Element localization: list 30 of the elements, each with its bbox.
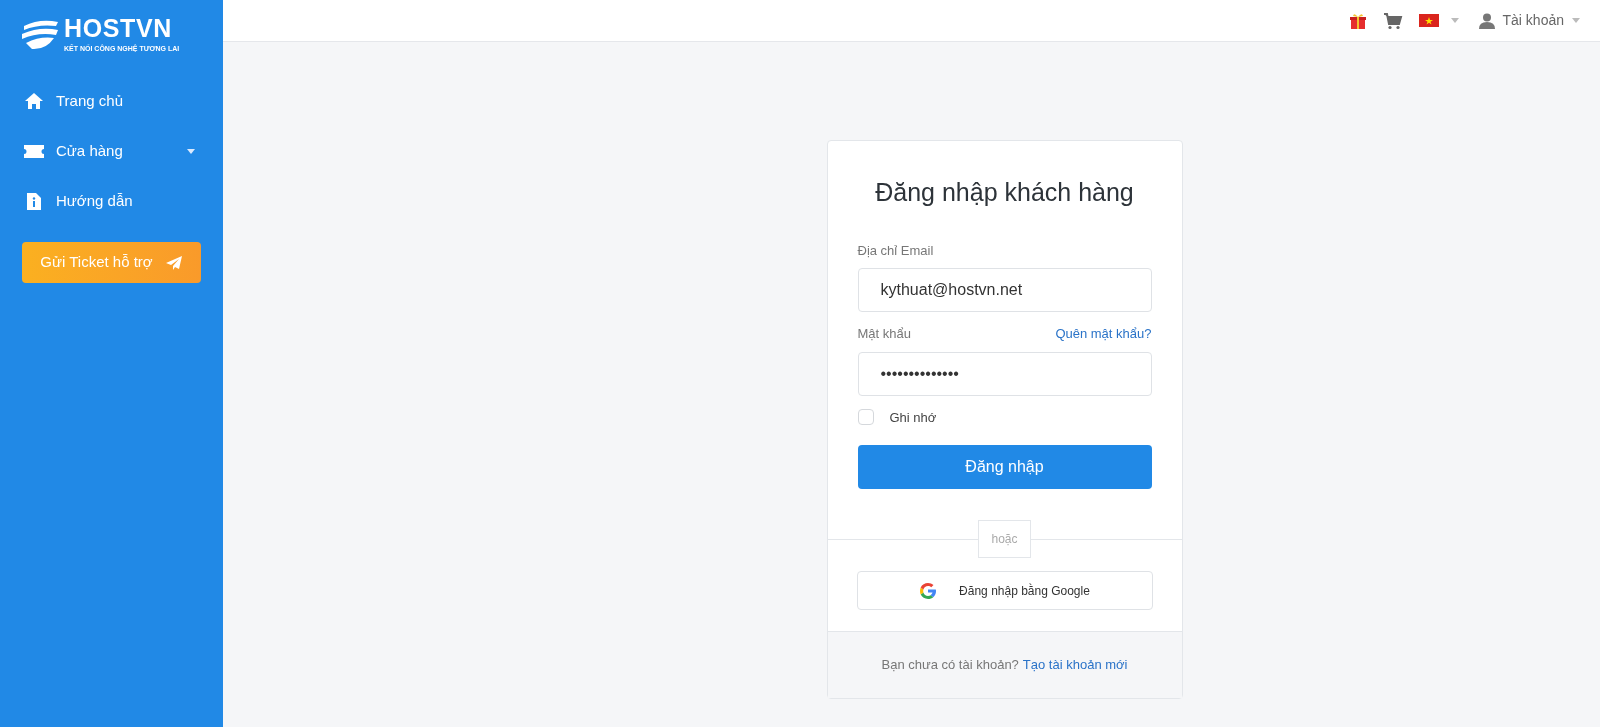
user-icon: [1478, 12, 1495, 29]
ticket-icon: [24, 144, 44, 158]
email-field[interactable]: kythuat@hostvn.net: [857, 268, 1152, 312]
account-menu[interactable]: Tài khoản: [1502, 10, 1564, 31]
signup-prompt: Bạn chưa có tài khoản?: [881, 656, 1019, 675]
google-login-button[interactable]: Đăng nhập bằng Google: [856, 571, 1153, 610]
remember-label[interactable]: Ghi nhớ: [889, 407, 937, 427]
send-icon: [164, 254, 183, 271]
sidebar-item[interactable]: Cửa hàng: [0, 126, 223, 176]
home-icon: [25, 93, 43, 109]
forgot-password-link[interactable]: Quên mật khẩu?: [1055, 324, 1152, 344]
logo-name: HOSTVN: [64, 16, 173, 41]
caret-icon[interactable]: [1572, 18, 1580, 23]
password-field[interactable]: ••••••••••••••: [857, 351, 1152, 396]
login-title: Đăng nhập khách hàng: [874, 177, 1135, 208]
password-label: Mật khẩu: [857, 325, 911, 343]
login-button[interactable]: Đăng nhập: [857, 445, 1152, 489]
caret-icon[interactable]: [187, 148, 195, 154]
divider-label: hoặc: [978, 520, 1031, 558]
flag-icon[interactable]: [1418, 14, 1439, 27]
caret-icon[interactable]: [1450, 18, 1459, 23]
sidebar-item[interactable]: Trang chủ: [0, 76, 223, 126]
google-icon: [919, 581, 938, 600]
remember-checkbox[interactable]: [857, 409, 874, 426]
gift-icon[interactable]: [1348, 11, 1367, 30]
email-label: Địa chỉ Email: [857, 241, 935, 260]
cart-icon[interactable]: [1382, 11, 1403, 30]
sidebar-item[interactable]: Hướng dẫn: [0, 176, 223, 226]
document-icon: [27, 192, 41, 210]
signup-link[interactable]: Tạo tài khoản mới: [1022, 655, 1128, 675]
